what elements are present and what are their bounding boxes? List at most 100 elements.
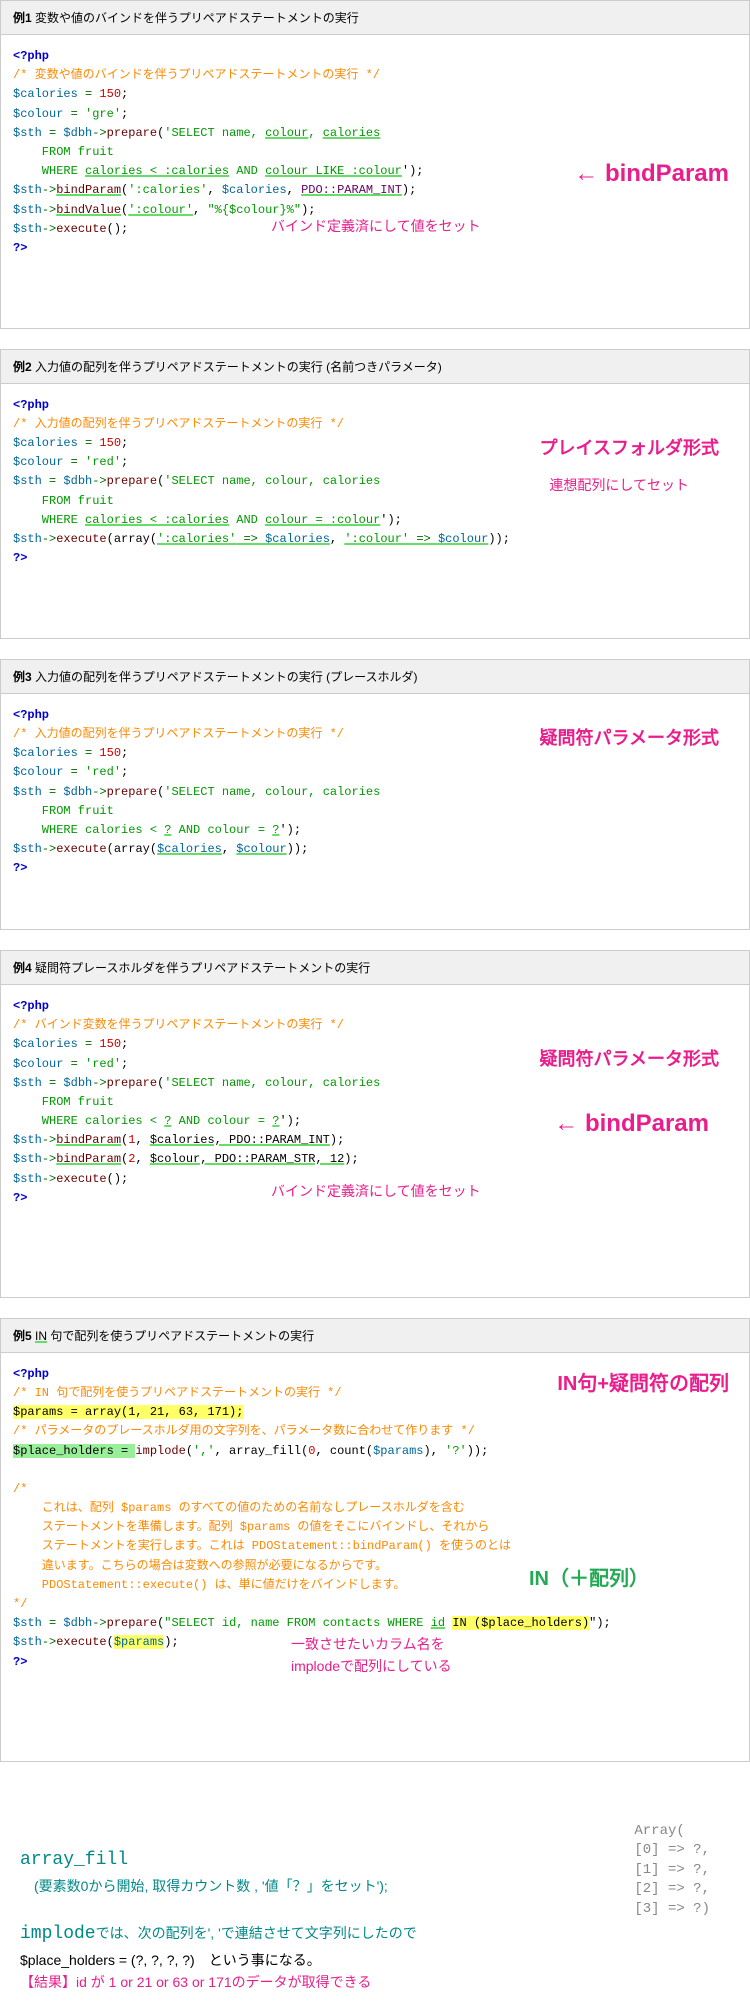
var: $colour [13,1057,63,1071]
func: prepare [107,126,157,140]
ul: calories < :calories [85,513,229,527]
op: = [78,746,100,760]
func: implode [135,1444,185,1458]
example-header: 例2 入力値の配列を伴うプリペアドステートメントの実行 (名前つきパラメータ) [1,350,749,384]
punct: '); [279,823,301,837]
code-block: <?php /* 変数や値のバインドを伴うプリペアドステートメントの実行 */ … [1,35,749,328]
comment: ステートメントを実行します。これは PDOStatement::bindPara… [13,1539,511,1553]
comment: これは、配列 $params のすべての値のための名前なしプレースホルダを含む [13,1501,465,1515]
arr-line: [1] => ?, [634,1861,710,1881]
anno-placeholder: プレイスフォルダ形式 [540,434,719,463]
punct: )); [488,532,510,546]
punct: )); [467,1444,489,1458]
str: WHERE [13,513,85,527]
op: -> [42,842,56,856]
arrow: => [409,532,438,546]
func: bindParam [56,1133,121,1147]
str: ',' [193,1444,215,1458]
anno-bindparam: ← bindParam [574,155,729,193]
code-block: <?php /* IN 句で配列を使うプリペアドステートメントの実行 */ $p… [1,1353,749,1761]
anno-bind-set: バインド定義済にして値をセット [271,1180,481,1202]
op: -> [92,1076,106,1090]
str: ':colour' [128,203,193,217]
var: $colour [13,765,63,779]
op: -> [92,785,106,799]
php-open: <?php [13,49,49,63]
example-header: 例5 IN 句で配列を使うプリペアドステートメントの実行 [1,1319,749,1353]
example-5: 例5 IN 句で配列を使うプリペアドステートメントの実行 <?php /* IN… [0,1318,750,1762]
kw: PDO::PARAM_INT [301,183,402,197]
str: 'red' [85,455,121,469]
num: 150 [99,746,121,760]
punct: , [207,183,221,197]
code-block: <?php /* バインド変数を伴うプリペアドステートメントの実行 */ $ca… [1,985,749,1297]
php-close: ?> [13,551,27,565]
op: = [42,785,64,799]
arr-line: [3] => ?) [634,1900,710,1920]
txt: , count( [315,1444,373,1458]
anno-bindparam: ← bindParam [554,1105,709,1143]
example-title: 入力値の配列を伴うプリペアドステートメントの実行 (プレースホルダ) [35,670,418,684]
var: $dbh [63,785,92,799]
num: 150 [99,436,121,450]
ul: colour LIKE :colour [265,164,402,178]
example-title: 句で配列を使うプリペアドステートメントの実行 [47,1329,314,1343]
in-hl: IN ($place_holders) [452,1616,589,1630]
op: -> [42,183,56,197]
ul: calories < :calories [85,164,229,178]
punct: ); [344,1152,358,1166]
paren: (array( [107,842,157,856]
ul: colour = :colour [265,513,380,527]
op: = [78,87,100,101]
example-2: 例2 入力値の配列を伴うプリペアドステートメントの実行 (名前つきパラメータ) … [0,349,750,639]
punct: (); [107,222,129,236]
example-num: 例1 [13,11,32,25]
anno-bind-set: バインド定義済にして値をセット [271,215,481,237]
op: -> [42,1152,56,1166]
op: -> [42,1133,56,1147]
paren: ( [107,1635,114,1649]
var: $sth [13,183,42,197]
punct: , [135,1133,149,1147]
var: $calories [157,842,222,856]
key: ':colour' [344,532,409,546]
var: $colour [438,532,488,546]
op: -> [42,203,56,217]
op: -> [42,532,56,546]
example-num: 例4 [13,961,32,975]
example-title: 入力値の配列を伴うプリペアドステートメントの実行 (名前つきパラメータ) [35,360,442,374]
str: 'red' [85,765,121,779]
str: "SELECT id, name FROM contacts WHERE [164,1616,430,1630]
paren: ( [186,1444,193,1458]
str: 'red' [85,1057,121,1071]
array-display: Array( [0] => ?, [1] => ?, [2] => ?, [3]… [634,1822,710,1920]
anno-column: 一致させたいカラム名を implodeで配列にしている [291,1633,452,1678]
punct: "); [589,1616,611,1630]
example-header: 例4 疑問符プレースホルダを伴うプリペアドステートメントの実行 [1,951,749,985]
var: $sth [13,1152,42,1166]
func: prepare [107,1616,157,1630]
punct: ; [121,765,128,779]
op: = [42,1076,64,1090]
str: 'SELECT name, colour, calories [164,1076,380,1090]
example-title: 疑問符プレースホルダを伴うプリペアドステートメントの実行 [35,961,370,975]
args: $colour, PDO::PARAM_STR, 12 [150,1152,344,1166]
str: ':calories' [128,183,207,197]
punct: ; [121,1057,128,1071]
comment: /* IN 句で配列を使うプリペアドステートメントの実行 */ [13,1386,342,1400]
title-in: IN [35,1329,47,1343]
var: $calories [13,87,78,101]
str: WHERE calories < [13,1114,164,1128]
anno-in-plus-array: IN（＋配列） [529,1563,649,1595]
op: = [78,1037,100,1051]
op: = [63,455,85,469]
array-fill-desc: (要素数0から開始, 取得カウント数 , '値「？」をセット'); [20,1875,730,1897]
paren: (array( [107,532,157,546]
str: FROM fruit [13,145,114,159]
params-hl: $params = array(1, 21, 63, 171); [13,1405,243,1419]
op: = [42,474,64,488]
txt: , array_fill( [215,1444,309,1458]
params-hl: $params [114,1635,164,1649]
punct: , [330,532,344,546]
php-close: ?> [13,1655,27,1669]
